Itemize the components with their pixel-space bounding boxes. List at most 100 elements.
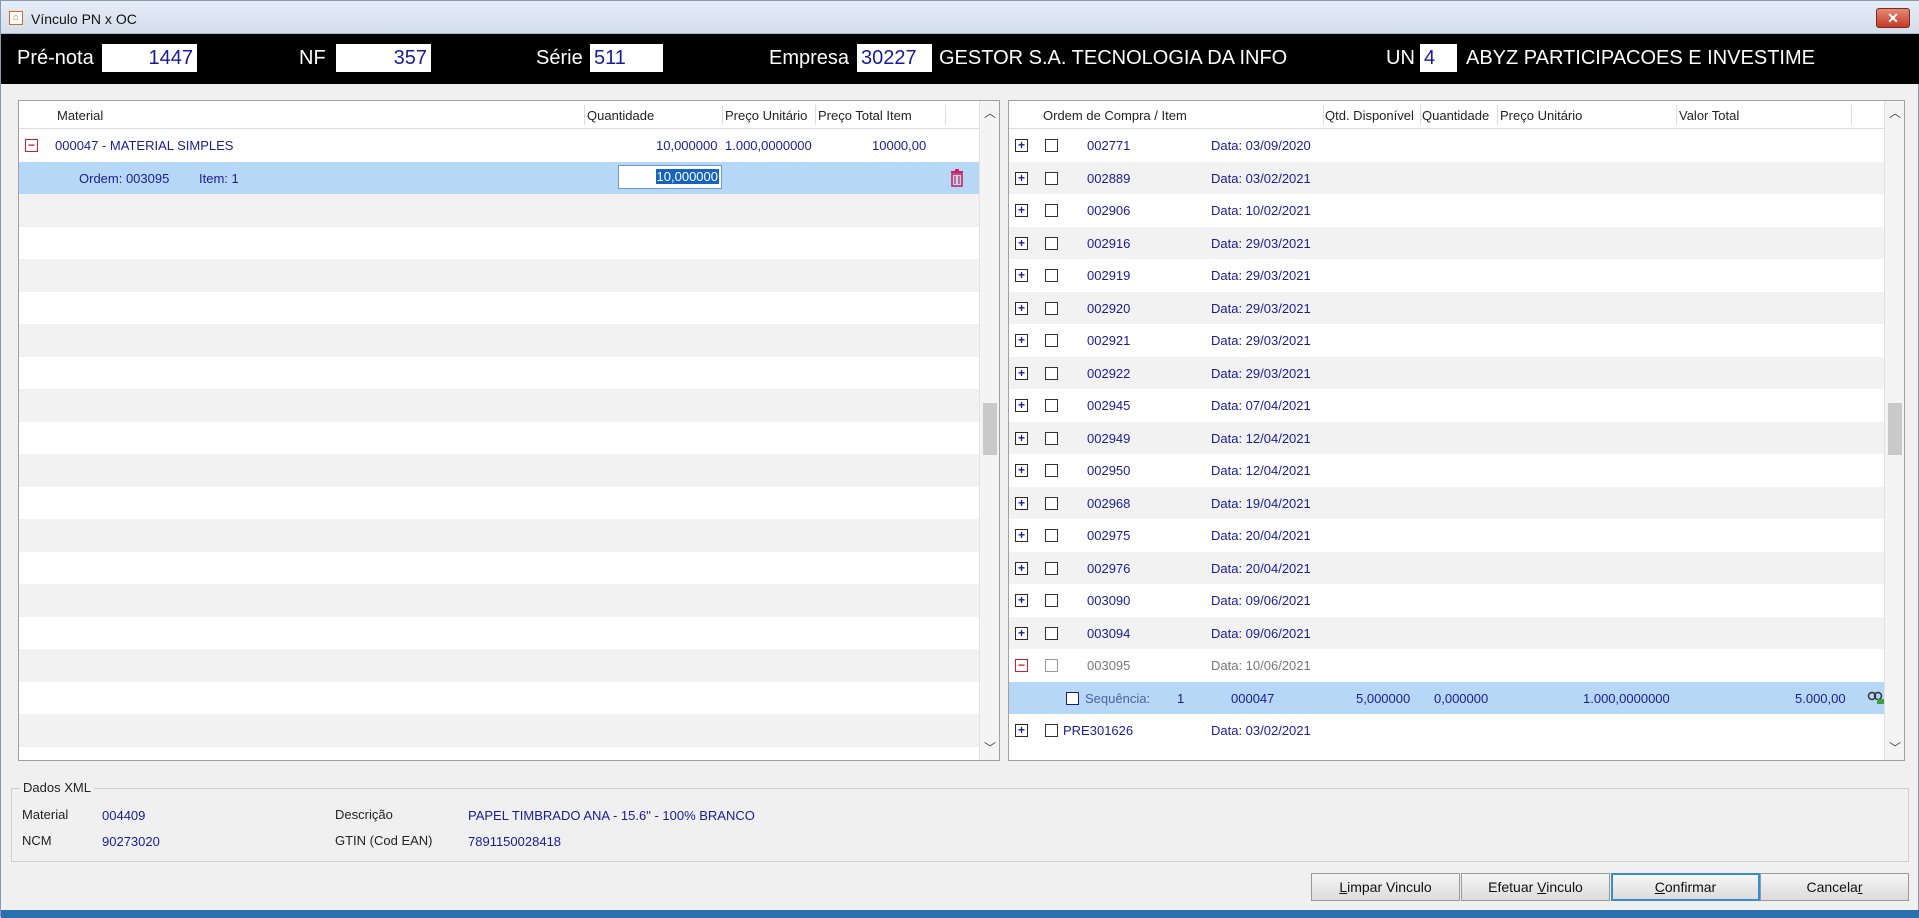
close-button[interactable]: ✕ [1876, 8, 1910, 28]
prenota-field[interactable]: 1447 [102, 44, 197, 72]
col-quantidade[interactable]: Quantidade [587, 108, 654, 123]
scrollbar-thumb[interactable] [983, 403, 997, 455]
select-checkbox[interactable] [1045, 171, 1058, 185]
material-row[interactable]: − 000047 - MATERIAL SIMPLES 10,000000 1.… [19, 129, 981, 162]
expand-icon[interactable]: + [1015, 204, 1028, 217]
select-checkbox[interactable] [1045, 659, 1058, 672]
purchase-order-row[interactable]: +002906 Data: 10/02/2021 [1009, 194, 1886, 227]
empty-row [19, 747, 981, 761]
expand-icon[interactable]: + [1015, 236, 1028, 250]
select-checkbox[interactable] [1045, 269, 1058, 282]
select-checkbox[interactable] [1045, 139, 1058, 152]
expand-icon[interactable]: + [1015, 626, 1028, 640]
purchase-order-row[interactable]: +002919 Data: 29/03/2021 [1009, 259, 1886, 292]
limpar-vinculo-button[interactable]: Limpar Vinculo [1311, 873, 1460, 901]
expand-icon[interactable]: + [1015, 496, 1028, 510]
scroll-down-icon[interactable]: ﹀ [980, 738, 999, 758]
sequence-checkbox[interactable] [1066, 691, 1079, 705]
col-preco-total[interactable]: Preço Total Item [818, 108, 912, 123]
material-grid-scrollbar[interactable]: ︿ ﹀ [979, 101, 999, 760]
col-quantidade[interactable]: Quantidade [1422, 108, 1489, 123]
title-bar[interactable]: ⌂ Vínculo PN x OC ✕ [1, 1, 1919, 34]
sequence-row[interactable]: Sequência: 1 000047 5,000000 0,000000 1.000,0… [1009, 681, 1886, 714]
material-grid-header: Material Quantidade Preço Unitário Preço… [19, 101, 979, 129]
scroll-down-icon[interactable]: ﹀ [1885, 738, 1904, 758]
select-checkbox[interactable] [1045, 236, 1058, 250]
xml-gtin-label: GTIN (Cod EAN) [335, 833, 433, 848]
nf-field[interactable]: 357 [336, 44, 431, 72]
purchase-order-row[interactable]: + PRE301626 Data: 03/02/2021 [1009, 714, 1886, 747]
cancelar-button[interactable]: Cancelar [1760, 873, 1909, 901]
material-grid: Material Quantidade Preço Unitário Preço… [18, 100, 1000, 761]
purchase-order-row[interactable]: +002976 Data: 20/04/2021 [1009, 551, 1886, 584]
confirmar-button[interactable]: Confirmar [1611, 873, 1760, 901]
expand-icon[interactable]: + [1015, 269, 1028, 282]
select-checkbox[interactable] [1045, 431, 1058, 445]
select-checkbox[interactable] [1045, 301, 1058, 315]
col-preco-unitario[interactable]: Preço Unitário [725, 108, 807, 123]
collapse-icon[interactable]: − [25, 139, 38, 152]
link-icon[interactable] [1867, 691, 1885, 705]
quantidade-edit-field[interactable]: 10,000000 [618, 164, 722, 189]
purchase-order-row[interactable]: +002949 Data: 12/04/2021 [1009, 421, 1886, 454]
select-checkbox[interactable] [1045, 464, 1058, 477]
order-date: Data: 10/06/2021 [1211, 658, 1311, 673]
select-checkbox[interactable] [1045, 626, 1058, 640]
select-checkbox[interactable] [1045, 594, 1058, 607]
sequence-material: 000047 [1231, 690, 1275, 706]
purchase-order-row[interactable]: +002922 Data: 29/03/2021 [1009, 356, 1886, 389]
scrollbar-thumb[interactable] [1888, 403, 1902, 455]
select-checkbox[interactable] [1045, 724, 1058, 737]
col-material[interactable]: Material [57, 108, 103, 123]
serie-field[interactable]: 511 [590, 44, 663, 72]
purchase-order-row[interactable]: +003090 Data: 09/06/2021 [1009, 584, 1886, 617]
col-qtd-disponivel[interactable]: Qtd. Disponível [1325, 108, 1414, 123]
expand-icon[interactable]: + [1015, 334, 1028, 347]
expand-icon[interactable]: + [1015, 561, 1028, 575]
col-preco-unitario[interactable]: Preço Unitário [1500, 108, 1582, 123]
expand-icon[interactable]: + [1015, 464, 1028, 477]
efetuar-vinculo-button[interactable]: Efetuar Vinculo [1461, 873, 1610, 901]
select-checkbox[interactable] [1045, 529, 1058, 542]
un-field[interactable]: 4 [1420, 44, 1457, 72]
expand-icon[interactable]: + [1015, 171, 1028, 185]
select-checkbox[interactable] [1045, 496, 1058, 510]
select-checkbox[interactable] [1045, 334, 1058, 347]
purchase-order-row[interactable]: +002950 Data: 12/04/2021 [1009, 454, 1886, 487]
col-valor-total[interactable]: Valor Total [1679, 108, 1739, 123]
purchase-order-row[interactable]: +002889 Data: 03/02/2021 [1009, 161, 1886, 194]
expand-icon[interactable]: + [1015, 301, 1028, 315]
order-number: 003090 [1087, 593, 1131, 608]
scroll-up-icon[interactable]: ︿ [1885, 103, 1904, 123]
empty-row [19, 259, 981, 292]
expand-icon[interactable]: + [1015, 366, 1028, 380]
purchase-order-row[interactable]: +002920 Data: 29/03/2021 [1009, 291, 1886, 324]
purchase-order-row[interactable]: − 003095 Data: 10/06/2021 [1009, 649, 1886, 682]
trash-icon[interactable] [949, 168, 965, 187]
purchase-order-row[interactable]: +002945 Data: 07/04/2021 [1009, 389, 1886, 422]
expand-icon[interactable]: + [1015, 724, 1028, 737]
purchase-order-grid-scrollbar[interactable]: ︿ ﹀ [1884, 101, 1904, 760]
expand-icon[interactable]: + [1015, 139, 1028, 152]
expand-icon[interactable]: + [1015, 399, 1028, 412]
select-checkbox[interactable] [1045, 399, 1058, 412]
scroll-up-icon[interactable]: ︿ [980, 103, 999, 123]
select-checkbox[interactable] [1045, 561, 1058, 575]
order-number: 002945 [1087, 398, 1131, 413]
col-ordem-compra[interactable]: Ordem de Compra / Item [1043, 108, 1187, 123]
select-checkbox[interactable] [1045, 204, 1058, 217]
empresa-field[interactable]: 30227 [857, 44, 932, 72]
collapse-icon[interactable]: − [1015, 659, 1028, 672]
expand-icon[interactable]: + [1015, 529, 1028, 542]
purchase-order-row[interactable]: +002968 Data: 19/04/2021 [1009, 486, 1886, 519]
purchase-order-row[interactable]: +002771 Data: 03/09/2020 [1009, 129, 1886, 162]
purchase-order-row[interactable]: +003094 Data: 09/06/2021 [1009, 616, 1886, 649]
select-checkbox[interactable] [1045, 366, 1058, 380]
purchase-order-row[interactable]: +002916 Data: 29/03/2021 [1009, 226, 1886, 259]
expand-icon[interactable]: + [1015, 594, 1028, 607]
purchase-order-row[interactable]: +002975 Data: 20/04/2021 [1009, 519, 1886, 552]
order-link-row[interactable]: Ordem: 003095 Item: 1 10,000000 [19, 161, 981, 194]
purchase-order-row[interactable]: +002921 Data: 29/03/2021 [1009, 324, 1886, 357]
expand-icon[interactable]: + [1015, 431, 1028, 445]
order-number: 002920 [1087, 300, 1131, 316]
